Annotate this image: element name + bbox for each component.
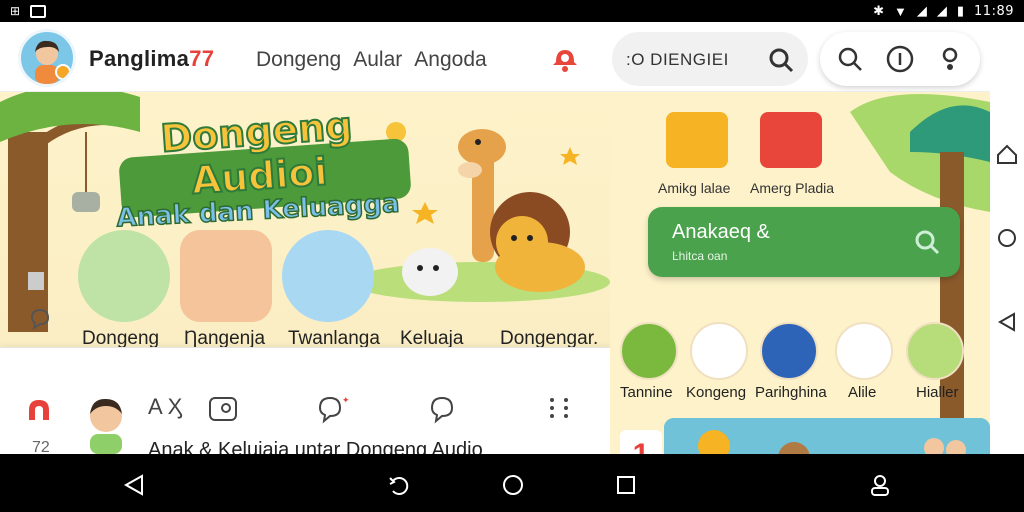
image-icon[interactable] — [208, 396, 238, 422]
recents-button[interactable] — [611, 470, 641, 500]
battery-icon: ▮ — [956, 3, 965, 18]
wifi-icon: ▼ — [894, 3, 907, 19]
chat-icon[interactable] — [28, 306, 52, 330]
search-card-title: Anakaeq & — [672, 221, 770, 243]
category-parihghina[interactable] — [760, 322, 818, 380]
category-nangenja[interactable] — [180, 230, 272, 322]
kid-avatar — [90, 398, 122, 454]
search-icon[interactable] — [766, 45, 796, 75]
tile-amerg[interactable] — [760, 112, 822, 168]
signal-icon: ◢ — [916, 3, 927, 18]
category-label: Tannine — [620, 384, 673, 401]
nav-item-aular[interactable]: Aular — [353, 48, 402, 72]
right-panel: Amikg lalae Amerg Pladia Anakaeq & Ŀhitc… — [610, 92, 990, 454]
category-label: Twanlanga — [288, 328, 380, 347]
avatar[interactable] — [18, 29, 76, 87]
account-button[interactable] — [865, 470, 895, 500]
location-icon[interactable] — [936, 45, 964, 73]
featured-card[interactable]: 72 A Ӽ ✦ Anak & Kelujaja untar Dongeng A… — [0, 347, 610, 454]
status-bar: ⊞ ✱ ▼ ◢ ◢ ▮ 11:89 — [0, 0, 1024, 22]
search-card[interactable]: Anakaeq & Ŀhitca oan — [648, 207, 960, 277]
brand-title: Panglima77 — [89, 46, 215, 71]
avatar-badge — [55, 64, 71, 80]
category-label[interactable]: Dongengar. — [500, 328, 598, 347]
category-label: Dongeng — [82, 328, 160, 347]
category-label: Kongeng — [686, 384, 747, 401]
rank-badge: 1 — [620, 430, 662, 454]
rotate-icon — [389, 477, 409, 495]
bell-icon[interactable] — [550, 44, 580, 72]
category-kongeng[interactable] — [690, 322, 748, 380]
font-icon[interactable]: A Ӽ — [148, 394, 182, 420]
account-icon — [871, 475, 889, 496]
back-button[interactable] — [119, 470, 149, 500]
promo-banner[interactable] — [664, 418, 990, 454]
comment-icon[interactable]: ✦ — [316, 394, 350, 424]
home-icon[interactable] — [996, 143, 1018, 165]
category-tannine[interactable] — [620, 322, 678, 380]
system-nav-right — [990, 22, 1024, 454]
home-circle-icon — [503, 475, 523, 495]
app-notification-icon: ⊞ — [10, 4, 21, 18]
category-hialler[interactable] — [906, 322, 964, 380]
system-nav-bottom — [0, 454, 1024, 512]
search-icon[interactable] — [836, 45, 864, 73]
search-icon[interactable] — [912, 227, 942, 257]
home-button[interactable] — [498, 470, 528, 500]
hero-banner: Dongeng Audioi Anak dan Keluagga Dongeng… — [0, 92, 610, 347]
tile-label: Amerg Pladia — [750, 180, 835, 196]
card-actions: A Ӽ ✦ — [148, 394, 588, 424]
category-alile[interactable] — [835, 322, 893, 380]
listen-count: 72 — [32, 439, 50, 454]
category-label: Parihghina — [755, 384, 827, 401]
circle-icon[interactable] — [996, 227, 1018, 249]
promo-art — [664, 418, 990, 454]
signal-icon-2: ◢ — [936, 3, 947, 18]
bluetooth-icon: ✱ — [873, 3, 884, 18]
clock: 11:89 — [974, 3, 1014, 19]
rotate-button[interactable] — [384, 470, 414, 500]
svg-text:✦: ✦ — [342, 396, 350, 406]
category-label[interactable]: Keluaja — [400, 328, 463, 347]
nav-item-dongeng[interactable]: Dongeng — [256, 48, 341, 72]
more-icon[interactable] — [548, 396, 572, 420]
app-header: Panglima77 Dongeng Aular Angoda :O DIENG… — [0, 22, 990, 92]
search-bar[interactable]: :O DIENGIEI — [612, 32, 808, 86]
top-nav: Dongeng Aular Angoda — [256, 48, 487, 72]
app-window: Panglima77 Dongeng Aular Angoda :O DIENG… — [0, 22, 990, 454]
search-text: :O DIENGIEI — [626, 50, 729, 69]
chat-bubble-icon[interactable] — [428, 394, 462, 424]
back-icon[interactable] — [996, 311, 1018, 333]
nav-item-angoda[interactable]: Angoda — [414, 48, 486, 72]
podcast-icon[interactable] — [26, 398, 52, 424]
back-icon — [123, 474, 143, 496]
category-label: Ƞangenja — [184, 328, 266, 347]
image-notification-icon — [30, 4, 47, 18]
header-actions — [820, 32, 980, 86]
recents-icon — [617, 476, 635, 494]
tile-amikg[interactable] — [666, 112, 728, 168]
search-card-subtitle: Ŀhitca oan — [672, 249, 728, 263]
category-twanlanga[interactable] — [282, 230, 374, 322]
category-label: Hialler — [916, 384, 959, 401]
info-icon[interactable] — [886, 45, 914, 73]
card-caption: Anak & Kelujaja untar Dongeng Audio — [148, 439, 483, 454]
category-dongeng[interactable] — [78, 230, 170, 322]
hero-title: Dongeng Audioi Anak dan Keluagga — [115, 102, 401, 234]
category-label: Alile — [848, 384, 877, 401]
tile-label: Amikg lalae — [658, 180, 731, 196]
